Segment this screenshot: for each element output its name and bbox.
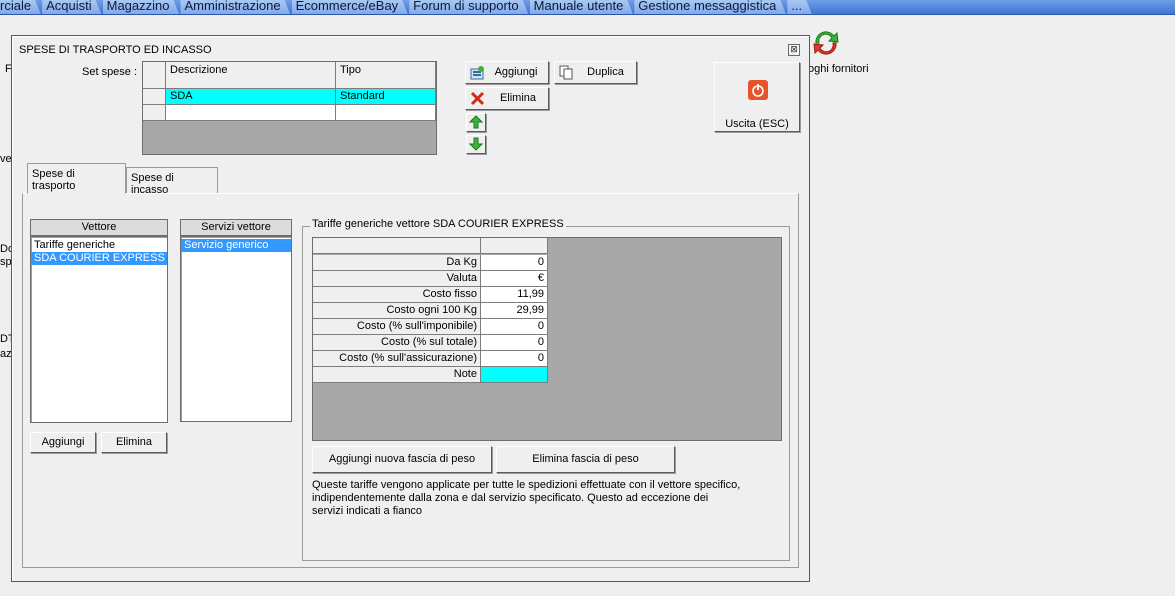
tariffe-row-value[interactable]: 0 [481, 351, 548, 367]
tariffe-row-value[interactable]: 0 [481, 255, 548, 271]
grid-cell-tipo[interactable]: Standard [336, 89, 436, 105]
delete-set-label: Elimina [499, 92, 537, 104]
list-item[interactable]: SDA COURIER EXPRESS [31, 252, 167, 265]
refresh-suppliers-icon[interactable] [810, 27, 842, 59]
grid-row-selector[interactable] [143, 89, 166, 105]
tariffe-row-label: Costo fisso [313, 287, 481, 303]
tariffe-row-value[interactable] [481, 367, 548, 383]
tariffe-row-label: Costo ogni 100 Kg [313, 303, 481, 319]
grid-header-tipo[interactable]: Tipo [336, 62, 436, 89]
servizi-list[interactable]: Servizio generico [180, 236, 292, 422]
menu-item[interactable]: Magazzino [103, 0, 180, 15]
main-menu-bar: rciale Acquisti Magazzino Amministrazione Ec… [0, 0, 1175, 15]
grid-cell-descrizione[interactable]: SDA [166, 89, 336, 105]
exit-label: Uscita (ESC) [725, 118, 789, 130]
tariffe-row-value[interactable]: € [481, 271, 548, 287]
tariffe-grid[interactable]: Da Kg 0 Valuta € Costo fisso 11,99 Costo ogni … [312, 237, 782, 441]
close-icon[interactable]: ⊠ [788, 44, 800, 56]
tab-spese-trasporto[interactable]: Spese di trasporto [27, 163, 126, 194]
add-set-label: Aggiungi [494, 66, 538, 78]
copy-icon [559, 65, 573, 80]
duplicate-set-button[interactable]: Duplica [554, 61, 637, 84]
menu-item[interactable]: Ecommerce/eBay [292, 0, 409, 15]
duplicate-set-label: Duplica [587, 66, 624, 78]
move-down-button[interactable] [466, 135, 486, 154]
dialog-title: SPESE DI TRASPORTO ED INCASSO [19, 44, 212, 56]
tariffe-info-text: Queste tariffe vengono applicate per tut… [312, 479, 741, 517]
set-spese-label: Set spese : [82, 66, 138, 78]
shipping-costs-dialog: SPESE DI TRASPORTO ED INCASSO ⊠ Set spes… [11, 35, 810, 582]
exit-button[interactable]: Uscita (ESC) [714, 62, 800, 132]
menu-item[interactable]: Amministrazione [180, 0, 290, 15]
grid-header-descrizione[interactable]: Descrizione [166, 62, 336, 89]
arrow-up-icon [468, 115, 484, 129]
grid-cell-tipo[interactable] [336, 105, 436, 121]
tariffe-row-label: Costo (% sul totale) [313, 335, 481, 351]
delete-set-button[interactable]: Elimina [465, 87, 549, 110]
menu-item[interactable]: Forum di supporto [409, 0, 529, 15]
tariffe-row-value[interactable]: 11,99 [481, 287, 548, 303]
vettore-list[interactable]: Tariffe generiche SDA COURIER EXPRESS [30, 236, 168, 423]
grid-row-header-corner [143, 62, 166, 89]
add-document-icon [470, 65, 484, 80]
arrow-down-icon [468, 137, 484, 151]
suppliers-label: oghi fornitori [808, 63, 869, 75]
tariffe-row-value[interactable]: 29,99 [481, 303, 548, 319]
menu-item[interactable]: ... [787, 0, 812, 15]
add-weight-band-button[interactable]: Aggiungi nuova fascia di peso [312, 446, 492, 473]
add-set-button[interactable]: Aggiungi [465, 61, 549, 84]
menu-item[interactable]: Acquisti [42, 0, 102, 15]
tariffe-header-corner [313, 238, 481, 254]
list-item[interactable]: Servizio generico [181, 239, 291, 252]
tariffe-header-column [481, 238, 548, 254]
menu-item[interactable]: rciale [0, 0, 41, 15]
grid-row-selector[interactable] [143, 105, 166, 121]
tab-spese-incasso[interactable]: Spese di incasso [126, 167, 218, 196]
tariffe-row-value[interactable]: 0 [481, 319, 548, 335]
menu-item[interactable]: Gestione messaggistica [634, 0, 786, 15]
tariffe-row-label: Da Kg [313, 255, 481, 271]
tariffe-legend: Tariffe generiche vettore SDA COURIER EX… [310, 218, 566, 230]
set-spese-grid[interactable]: Descrizione Tipo SDA Standard [142, 61, 437, 155]
menu-item[interactable]: Manuale utente [530, 0, 634, 15]
delete-carrier-button[interactable]: Elimina [101, 432, 167, 453]
tariffe-row-label: Note [313, 367, 481, 383]
list-item[interactable]: Tariffe generiche [31, 239, 167, 252]
delete-x-icon [470, 91, 485, 106]
bg-fragment: az [0, 348, 12, 360]
add-carrier-button[interactable]: Aggiungi [30, 432, 96, 453]
vettore-header: Vettore [30, 219, 168, 236]
delete-weight-band-button[interactable]: Elimina fascia di peso [496, 446, 675, 473]
tariffe-row-label: Costo (% sull'imponibile) [313, 319, 481, 335]
tariffe-row-label: Valuta [313, 271, 481, 287]
power-off-icon [748, 80, 768, 100]
grid-cell-descrizione[interactable] [166, 105, 336, 121]
servizi-header: Servizi vettore [180, 219, 292, 236]
move-up-button[interactable] [466, 113, 486, 132]
tariffe-row-value[interactable]: 0 [481, 335, 548, 351]
tariffe-row-label: Costo (% sull'assicurazione) [313, 351, 481, 367]
